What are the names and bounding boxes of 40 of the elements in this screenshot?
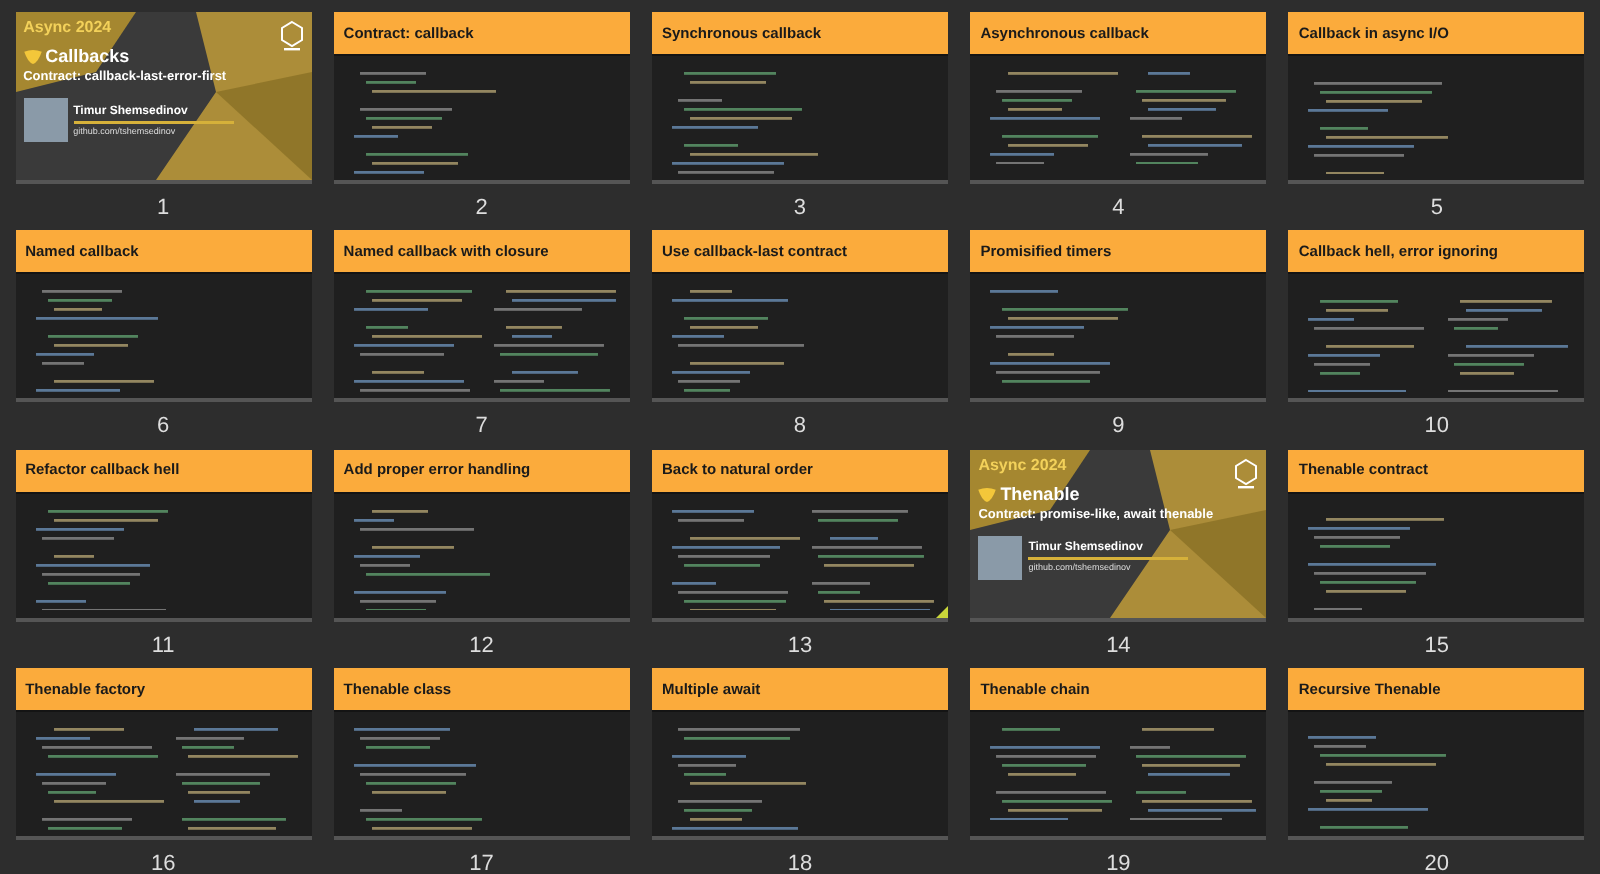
code-drawing [35,509,168,611]
logo-icon [1234,457,1259,489]
code-drawing [353,72,496,174]
slide-number: 6 [157,412,170,443]
logo-icon [279,20,304,52]
slide-number: 8 [793,412,807,443]
slide-number: 12 [469,631,494,661]
slide-number: 20 [1424,849,1450,874]
code-drawing [35,290,158,393]
photo-placeholder [978,535,1023,579]
photo-placeholder [23,98,68,142]
slide-number: 15 [1424,631,1450,661]
slide-number: 3 [793,194,807,224]
code-drawing [1308,736,1447,830]
slide-number: 10 [1424,412,1450,443]
slide-number: 13 [787,631,813,661]
slide-number: 4 [1112,194,1125,224]
event-label: Async 2024 [23,18,112,38]
slide-number: 16 [150,849,176,874]
slide-number: 1 [157,194,170,224]
code-drawing [671,290,804,393]
corner-marker-icon [935,605,948,617]
slide-number: 7 [475,412,488,443]
code-drawing [990,290,1129,384]
slide-number: 18 [787,849,813,874]
code-drawing [1308,81,1449,174]
code-drawing [1308,518,1445,611]
code-drawing [353,509,490,611]
slide-title: Callbacks [45,46,130,68]
code-drawing [353,727,482,830]
slide-number: 17 [469,849,494,874]
slide-number: 9 [1112,412,1125,443]
slide-number: 2 [475,194,488,224]
slide-title: Thenable [1000,483,1080,505]
slide-number: 19 [1106,849,1131,874]
event-label: Async 2024 [978,455,1067,475]
slide-number: 11 [151,631,175,661]
slide-number: 5 [1430,194,1443,224]
code-drawing [671,727,806,830]
slide-number: 14 [1106,631,1131,661]
